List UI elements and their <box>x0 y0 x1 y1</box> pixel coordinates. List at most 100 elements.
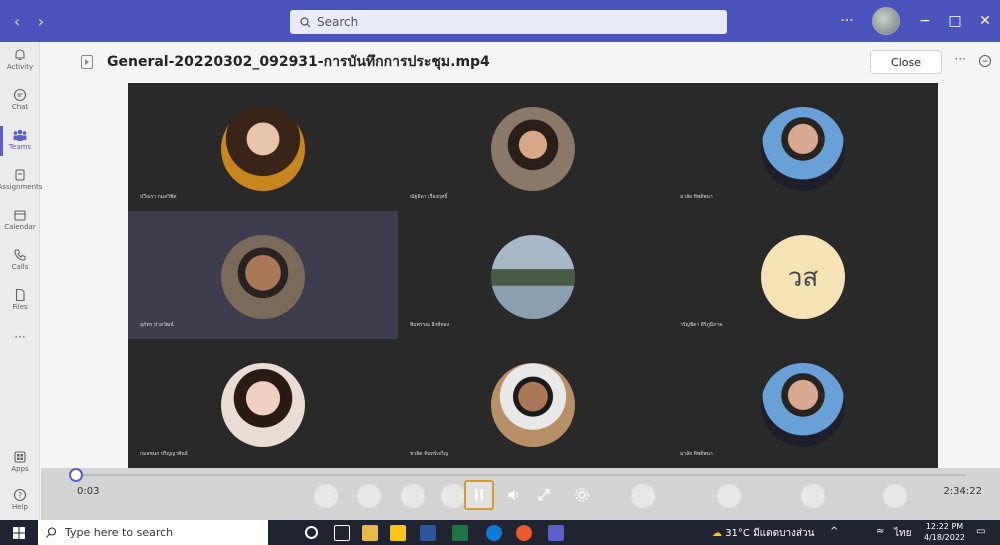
rail-label: Assignments <box>0 183 43 191</box>
participant-avatar <box>221 235 305 319</box>
participant-tile: กมลชนก ปริญญาพันธ์ <box>128 339 398 468</box>
chrome-icon[interactable] <box>516 525 532 541</box>
sticky-notes-icon[interactable] <box>390 525 406 541</box>
rail-label: Activity <box>6 63 34 71</box>
windows-logo-icon <box>13 526 25 539</box>
participant-thumb <box>314 484 338 508</box>
search-placeholder: Search <box>317 15 359 29</box>
weather-widget[interactable]: ☁ 31°C มีแดดบางส่วน <box>712 526 815 541</box>
participant-tile: สุภัทร ปาลวัฒน์ <box>128 211 398 339</box>
participant-name: มาลัย ทิพย์พนา <box>680 194 713 200</box>
nav-arrows: ‹ › <box>10 12 48 31</box>
participant-avatar <box>491 107 575 191</box>
cortana-icon[interactable] <box>305 526 318 539</box>
rail-item-calendar[interactable]: Calendar <box>0 208 40 231</box>
windows-taskbar: Type here to search ☁ 31°C มีแดดบางส่วน … <box>0 520 1000 545</box>
start-button[interactable] <box>0 520 38 545</box>
close-button[interactable]: Close <box>870 50 942 74</box>
search-icon <box>46 527 57 538</box>
calendar-icon <box>14 210 26 221</box>
progress-knob[interactable] <box>69 468 83 482</box>
participant-thumb <box>357 484 381 508</box>
participant-name: วรัญชิดา สิริภูมิภาค <box>680 322 723 328</box>
clock[interactable]: 12:22 PM 4/18/2022 <box>924 521 965 543</box>
window-controls: ··· − □ ✕ <box>832 0 1000 42</box>
rail-label: Calendar <box>4 223 36 231</box>
file-more-button[interactable]: ··· <box>955 52 966 66</box>
rail-item-assignments[interactable]: Assignments <box>0 168 43 191</box>
rail-item-help[interactable]: ? Help <box>0 488 40 511</box>
participant-tile: ปวีณรา กมลวิชิต <box>128 83 398 211</box>
teams-icon <box>13 129 27 141</box>
rail-item-teams[interactable]: Teams <box>0 126 40 156</box>
participant-name: ชวลิต จันทร์เจริญ <box>410 451 449 457</box>
minimize-button[interactable]: − <box>910 0 940 42</box>
rail-label: Files <box>12 303 28 311</box>
total-time: 2:34:22 <box>943 486 982 497</box>
participant-tile: พิมพรรณ สิงห์ทอง <box>398 211 668 339</box>
file-icon <box>15 288 25 302</box>
more-options-button[interactable]: ··· <box>832 0 862 42</box>
volume-button[interactable] <box>499 480 529 510</box>
edge-icon[interactable] <box>486 525 502 541</box>
participant-thumb <box>441 484 465 508</box>
participant-name: ปวีณรา กมลวิชิต <box>140 194 177 200</box>
progress-track[interactable] <box>75 474 965 476</box>
expand-icon <box>538 489 550 501</box>
fullscreen-button[interactable] <box>529 480 559 510</box>
maximize-button[interactable]: □ <box>940 0 970 42</box>
participant-avatar <box>221 107 305 191</box>
weather-icon: ☁ <box>712 528 722 539</box>
participant-initials: วส <box>761 235 845 319</box>
rail-item-activity[interactable]: Activity <box>0 48 40 71</box>
rail-label: Help <box>12 503 28 511</box>
task-view-icon[interactable] <box>334 525 350 541</box>
participant-avatar <box>491 235 575 319</box>
back-arrow-icon[interactable]: ‹ <box>10 12 24 31</box>
participant-avatar <box>761 107 845 191</box>
tray-chevron-icon[interactable]: ^ <box>830 526 838 537</box>
taskbar-search[interactable]: Type here to search <box>38 520 268 545</box>
profile-avatar[interactable] <box>872 7 900 35</box>
participant-thumb <box>801 484 825 508</box>
excel-icon[interactable] <box>452 525 468 541</box>
pause-icon <box>475 489 483 501</box>
wifi-icon[interactable]: ≈ <box>876 526 884 537</box>
participant-name: สุภัทร ปาลวัฒน์ <box>140 322 174 328</box>
app-rail: Activity Chat Teams Assignments Calendar… <box>0 42 43 520</box>
notification-icon[interactable]: ▭ <box>976 526 985 537</box>
pause-button[interactable] <box>464 480 494 510</box>
search-bar[interactable]: Search <box>290 10 727 34</box>
gear-icon <box>575 488 589 502</box>
participant-avatar <box>221 363 305 447</box>
rail-item-calls[interactable]: Calls <box>0 248 40 271</box>
word-icon[interactable] <box>420 525 436 541</box>
video-file-icon <box>81 55 93 69</box>
participant-name: กมลชนก ปริญญาพันธ์ <box>140 451 188 457</box>
file-title: General-20220302_092931-การบันทึกการประช… <box>107 54 490 70</box>
participant-thumb <box>631 484 655 508</box>
participant-thumb <box>717 484 741 508</box>
rail-item-chat[interactable]: Chat <box>0 88 40 111</box>
file-explorer-icon[interactable] <box>362 525 378 541</box>
settings-button[interactable] <box>567 480 597 510</box>
rail-item-files[interactable]: Files <box>0 288 40 311</box>
participant-thumb <box>883 484 907 508</box>
participant-tile: ณัฐธิดา เรืองฤทธิ์ <box>398 83 668 211</box>
language-indicator[interactable]: ไทย <box>894 526 911 541</box>
rail-label: Apps <box>11 465 29 473</box>
conversation-button[interactable] <box>978 53 992 72</box>
participant-avatar <box>491 363 575 447</box>
rail-item-apps[interactable]: Apps <box>0 450 40 473</box>
close-window-button[interactable]: ✕ <box>970 0 1000 42</box>
teams-taskbar-icon[interactable] <box>548 525 564 541</box>
rail-more-button[interactable]: ··· <box>0 330 40 344</box>
forward-arrow-icon[interactable]: › <box>34 12 48 31</box>
player-controls: 0:03 2:34:22 <box>41 468 1000 520</box>
rail-label: Teams <box>8 143 32 151</box>
weather-text: 31°C มีแดดบางส่วน <box>725 528 815 539</box>
current-time: 0:03 <box>77 486 100 497</box>
video-player[interactable]: ปวีณรา กมลวิชิต ณัฐธิดา เรืองฤทธิ์ มาลัย… <box>128 83 938 468</box>
taskbar-search-placeholder: Type here to search <box>65 526 174 539</box>
phone-icon <box>14 249 26 261</box>
